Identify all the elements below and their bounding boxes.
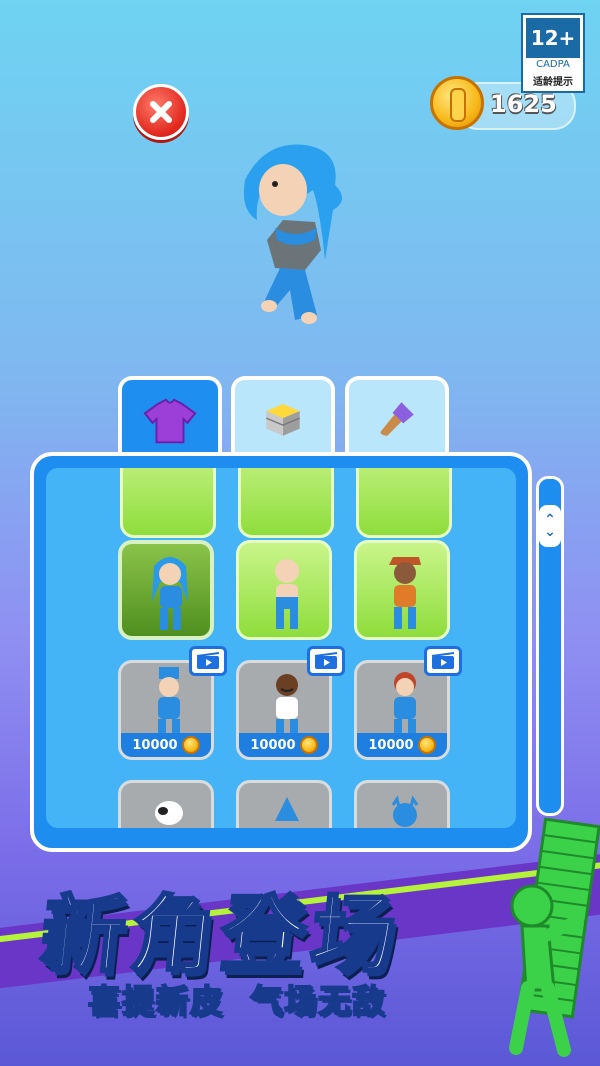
skin-card-locked[interactable]	[118, 780, 214, 828]
tab-outfit[interactable]	[118, 376, 222, 464]
skin-card[interactable]	[238, 468, 334, 538]
tab-blocks[interactable]	[231, 376, 335, 458]
skin-card-locked[interactable]	[236, 780, 332, 828]
coin-count: 1625	[490, 90, 557, 118]
close-button[interactable]	[133, 84, 189, 140]
coin-icon	[299, 736, 318, 754]
skin-card[interactable]	[236, 540, 332, 640]
skin-card[interactable]	[120, 468, 216, 538]
video-ad-icon	[314, 652, 338, 669]
scroll-arrows-icon[interactable]: ⌃ ⌄	[539, 505, 561, 547]
price-value: 10000	[250, 737, 296, 753]
price-value: 10000	[132, 737, 178, 753]
video-ad-button[interactable]	[189, 646, 227, 676]
paint-brush-icon	[380, 402, 414, 436]
price-tag: 10000	[239, 733, 329, 757]
promo-subtitle-right: 气场无敌	[249, 981, 387, 1021]
tshirt-icon	[143, 398, 197, 444]
video-ad-button[interactable]	[424, 646, 462, 676]
price-tag: 10000	[357, 733, 447, 757]
skin-card[interactable]	[354, 540, 450, 640]
block-icon	[266, 404, 300, 436]
video-ad-icon	[431, 652, 455, 669]
age-rating-badge: 12+ CADPA 适龄提示	[521, 13, 585, 93]
video-ad-icon	[196, 652, 220, 669]
skin-card-selected[interactable]	[118, 540, 214, 640]
coin-icon	[181, 736, 200, 754]
promo-subtitle: 喜提新皮 气场无敌	[87, 976, 387, 1022]
skin-card-locked[interactable]	[354, 780, 450, 828]
skin-figure	[391, 795, 419, 827]
tab-paint[interactable]	[345, 376, 449, 458]
skin-figure	[155, 801, 183, 825]
skin-figure	[275, 559, 299, 629]
video-ad-button[interactable]	[307, 646, 345, 676]
skin-card[interactable]	[356, 468, 452, 538]
skin-figure	[275, 797, 299, 821]
promo-title: 新角登场	[35, 885, 408, 986]
skin-figure	[152, 557, 188, 630]
age-rating-hint: 适龄提示	[533, 77, 573, 88]
skin-figure	[389, 557, 421, 629]
green-runner	[509, 884, 584, 1057]
price-tag: 10000	[121, 733, 211, 757]
age-rating-org: CADPA	[536, 59, 570, 70]
price-value: 10000	[368, 737, 414, 753]
age-rating: 12+	[526, 18, 580, 58]
promo-subtitle-left: 喜提新皮	[87, 981, 225, 1021]
character-preview	[243, 144, 343, 324]
coin-icon	[430, 76, 484, 130]
coin-icon	[417, 736, 436, 754]
close-icon	[150, 101, 172, 123]
